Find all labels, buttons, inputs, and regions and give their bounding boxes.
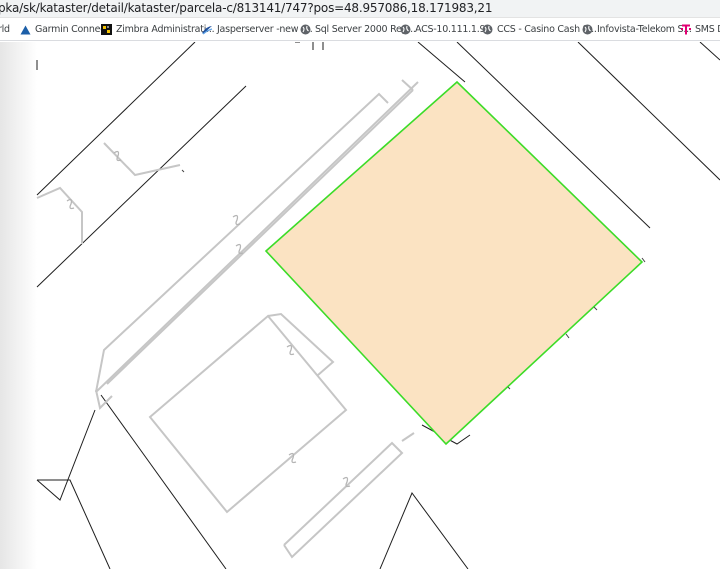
address-bar[interactable]: pka/sk/kataster/detail/kataster/parcela-…	[0, 0, 720, 18]
jasper-icon	[202, 25, 213, 34]
globe-icon	[400, 24, 411, 35]
selected-parcel[interactable]	[264, 80, 644, 446]
building-outline	[148, 314, 348, 514]
bookmark-sms[interactable]: SMS Di	[681, 22, 720, 37]
boundary-line	[379, 491, 469, 569]
bookmark-infovista[interactable]: Infovista-Telekom S...	[582, 22, 692, 37]
cadastral-map[interactable]	[0, 42, 720, 569]
building-outline	[401, 79, 414, 91]
bookmark-zimbra[interactable]: Zimbra Administrati...	[101, 22, 215, 37]
map-canvas[interactable]	[0, 42, 720, 569]
building-outline	[401, 432, 415, 442]
boundary-line	[36, 42, 196, 196]
tick-mark	[507, 386, 511, 390]
bookmark-label: Jasperserver -new -...	[217, 24, 313, 35]
bookmark-label: rld	[0, 24, 10, 35]
boundary-line	[577, 42, 720, 181]
boundary-line	[699, 42, 720, 61]
left-edge-shadow	[0, 42, 37, 569]
bookmarks-bar: rld Garmin Connect Zimbra Administrati..…	[0, 18, 720, 41]
tick-mark	[565, 333, 570, 339]
bookmark-label: SMS Di	[695, 24, 720, 35]
bookmark-garmin-connect[interactable]: Garmin Connect	[20, 22, 109, 37]
boundary-line	[36, 409, 96, 501]
url-text[interactable]: pka/sk/kataster/detail/kataster/parcela-…	[0, 1, 492, 15]
bookmark-label: Garmin Connect	[35, 24, 109, 35]
bookmark-label: ACS-10.111.1.99	[415, 24, 492, 35]
tick-mark	[593, 306, 598, 311]
symbol-markers	[66, 150, 351, 488]
building-outline	[267, 312, 335, 376]
telekom-icon	[681, 24, 691, 35]
bookmark-label: Infovista-Telekom S...	[597, 24, 692, 35]
globe-icon	[482, 24, 493, 35]
zimbra-icon	[101, 24, 112, 35]
tick-mark	[181, 169, 185, 173]
boundary-line	[100, 394, 227, 569]
globe-icon	[582, 24, 593, 35]
boundary-line	[37, 479, 111, 569]
bookmark-sql-server[interactable]: Sql Server 2000 Rep...	[300, 22, 416, 37]
bookmark-jasperserver[interactable]: Jasperserver -new -...	[201, 22, 313, 37]
building-outline	[283, 441, 404, 559]
bookmark-item[interactable]: rld	[0, 22, 10, 37]
bookmark-ccs[interactable]: CCS - Casino Cash S...	[482, 22, 597, 37]
boundary-marker	[342, 476, 351, 488]
building-outline	[103, 142, 181, 177]
boundary-line	[417, 42, 466, 83]
building-outline	[36, 186, 83, 244]
bookmark-label: Zimbra Administrati...	[116, 24, 215, 35]
boundary-line	[36, 85, 247, 288]
bookmark-acs[interactable]: ACS-10.111.1.99	[400, 22, 491, 37]
globe-icon	[300, 24, 311, 35]
garmin-triangle-icon	[20, 25, 31, 34]
